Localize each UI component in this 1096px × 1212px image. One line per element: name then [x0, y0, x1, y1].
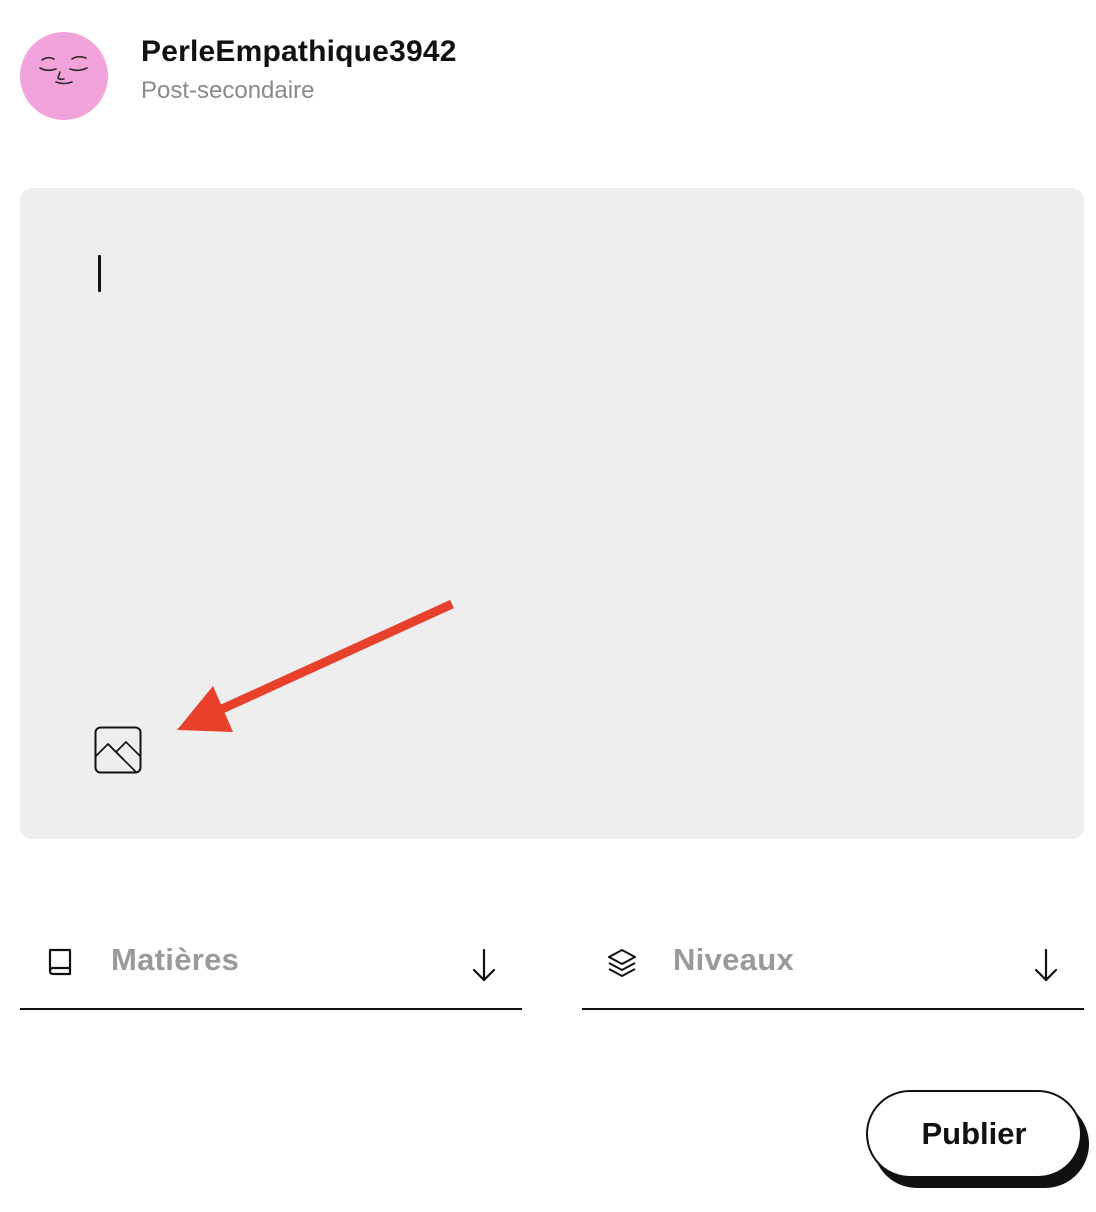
- levels-select[interactable]: Niveaux: [582, 930, 1084, 1010]
- publish-button[interactable]: Publier: [866, 1090, 1082, 1178]
- subjects-select[interactable]: Matières: [20, 930, 522, 1010]
- layers-icon: [608, 949, 636, 977]
- arrow-down-icon: [472, 948, 496, 982]
- book-icon: [48, 948, 72, 976]
- sleepy-face-icon: [39, 55, 88, 85]
- arrow-down-icon: [1034, 948, 1058, 982]
- post-text-editor[interactable]: [20, 188, 1084, 839]
- user-level: Post-secondaire: [141, 77, 315, 104]
- levels-label: Niveaux: [673, 942, 794, 977]
- user-info: PerleEmpathique3942 Post-secondaire: [141, 34, 457, 106]
- image-icon: [94, 726, 142, 774]
- add-image-button[interactable]: [94, 726, 142, 774]
- post-composer: PerleEmpathique3942 Post-secondaire Mati…: [0, 0, 1096, 1212]
- avatar: [20, 32, 108, 120]
- username: PerleEmpathique3942: [141, 35, 457, 68]
- user-header: PerleEmpathique3942 Post-secondaire: [20, 32, 457, 120]
- subjects-label: Matières: [111, 942, 240, 977]
- text-cursor: [98, 255, 101, 292]
